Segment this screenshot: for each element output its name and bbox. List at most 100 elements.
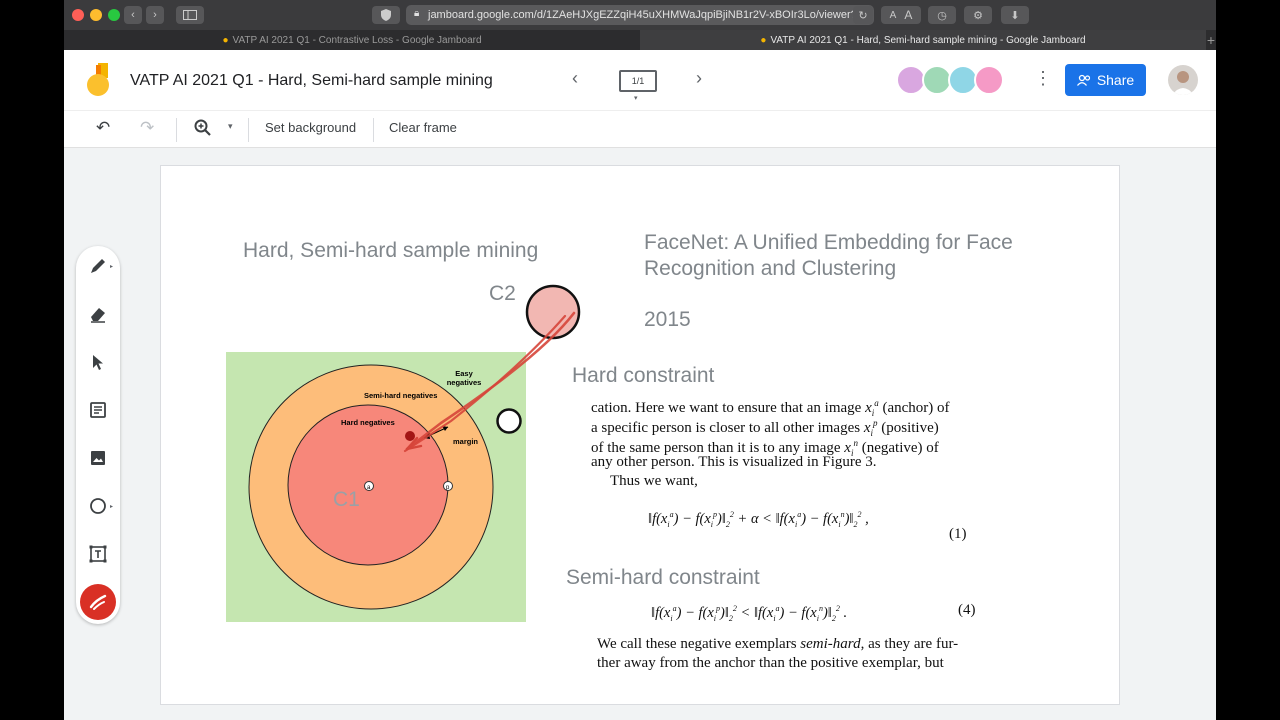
cursor-icon bbox=[93, 355, 103, 370]
reload-button[interactable]: ↻ bbox=[853, 6, 873, 24]
laser-icon bbox=[89, 594, 107, 610]
paper-line-7: ther away from the anchor than the posit… bbox=[597, 655, 944, 671]
clear-frame-button[interactable]: Clear frame bbox=[389, 120, 457, 135]
caret-down-icon: ▾ bbox=[228, 121, 233, 131]
sticky-note-button[interactable] bbox=[86, 398, 110, 422]
canvas-area: ▸ ▸ Hard, Semi-hard sample mining FaceNe… bbox=[64, 148, 1216, 720]
toolbar-divider bbox=[373, 118, 374, 142]
zoom-button[interactable] bbox=[194, 119, 212, 140]
share-button[interactable]: Share bbox=[1065, 64, 1146, 96]
equation-1-number: (1) bbox=[949, 526, 967, 542]
collaborator-avatars bbox=[896, 65, 1004, 95]
chevron-left-icon: ‹ bbox=[572, 68, 578, 88]
next-frame-button[interactable]: › bbox=[696, 68, 702, 89]
font-size-control[interactable]: A A bbox=[881, 6, 921, 24]
drawing-tools-sidebar: ▸ ▸ bbox=[76, 246, 120, 624]
pen-tool-button[interactable] bbox=[86, 254, 110, 278]
frame-indicator[interactable]: 1/1 bbox=[619, 70, 657, 92]
equation-1: ‖f(xia) − f(xip)‖22 + α < ‖f(xia) − f(xi… bbox=[648, 510, 869, 529]
sidebar-toggle-button[interactable] bbox=[176, 6, 204, 24]
paper-text-emphasis: semi-hard bbox=[800, 636, 861, 652]
add-image-button[interactable] bbox=[86, 446, 110, 470]
shape-tool-button[interactable] bbox=[86, 494, 110, 518]
close-window-button[interactable] bbox=[72, 9, 84, 21]
font-larger-button[interactable]: A bbox=[904, 8, 912, 22]
text-box-icon bbox=[89, 545, 107, 563]
new-tab-button[interactable]: + bbox=[1206, 30, 1216, 50]
font-smaller-button[interactable]: A bbox=[890, 10, 897, 21]
extension-button[interactable]: ⚙ bbox=[964, 6, 992, 24]
paper-line-5: Thus we want, bbox=[610, 473, 698, 489]
caret-right-icon: ▸ bbox=[110, 504, 114, 510]
undo-button[interactable]: ↶ bbox=[96, 118, 110, 138]
paper-line-4: any other person. This is visualized in … bbox=[591, 454, 877, 470]
circle-icon bbox=[90, 498, 106, 514]
undo-icon: ↶ bbox=[96, 118, 111, 137]
paper-text-span: We call these negative exemplars bbox=[597, 636, 801, 652]
download-icon: ⬇ bbox=[1010, 9, 1020, 22]
downloads-button[interactable]: ⬇ bbox=[1001, 6, 1029, 24]
gear-icon: ⚙ bbox=[973, 9, 983, 22]
jam-frame[interactable]: Hard, Semi-hard sample mining FaceNet: A… bbox=[160, 165, 1120, 705]
caret-down-icon: ▾ bbox=[634, 95, 638, 102]
user-photo bbox=[1172, 71, 1194, 95]
laser-pointer-button[interactable] bbox=[80, 584, 116, 620]
tab-hard-semi-hard[interactable]: ● VATP AI 2021 Q1 - Hard, Semi-hard samp… bbox=[640, 30, 1206, 50]
zoom-in-icon bbox=[194, 119, 211, 136]
equation-4-number: (4) bbox=[958, 602, 976, 618]
forward-button[interactable]: › bbox=[146, 6, 164, 24]
tab-label: VATP AI 2021 Q1 - Contrastive Loss - Goo… bbox=[232, 34, 482, 46]
privacy-shield-button[interactable] bbox=[372, 6, 400, 24]
frame-count: 1/1 bbox=[631, 76, 645, 86]
equation-4: ‖f(xia) − f(xip)‖22 < ‖f(xia) − f(xin)‖2… bbox=[651, 604, 848, 623]
shield-icon bbox=[381, 9, 391, 21]
url-text: jamboard.google.com/d/1ZAeHJXgEZZqiH45uX… bbox=[428, 9, 873, 21]
back-button[interactable]: ‹ bbox=[124, 6, 142, 24]
clock-icon: ◷ bbox=[937, 9, 947, 22]
redo-icon: ↷ bbox=[140, 118, 155, 137]
paper-line-6: We call these negative exemplars semi-ha… bbox=[597, 635, 958, 655]
caret-right-icon: ▸ bbox=[110, 264, 114, 270]
jamboard-logo-icon bbox=[87, 63, 109, 96]
browser-window: ‹ › 🔒︎ jamboard.google.com/d/1ZAeHJXgEZZ… bbox=[64, 0, 1216, 720]
image-icon bbox=[91, 451, 105, 465]
zoom-dropdown-button[interactable]: ▾ bbox=[228, 121, 233, 132]
people-icon bbox=[1076, 74, 1090, 86]
minimize-window-button[interactable] bbox=[90, 9, 102, 21]
avatar[interactable] bbox=[974, 65, 1004, 95]
select-tool-button[interactable] bbox=[86, 350, 110, 374]
lock-icon: 🔒︎ bbox=[414, 8, 420, 19]
sticky-note-icon bbox=[90, 402, 106, 418]
document-title[interactable]: VATP AI 2021 Q1 - Hard, Semi-hard sample… bbox=[130, 72, 493, 90]
toolbar-divider bbox=[176, 118, 177, 142]
tab-contrastive-loss[interactable]: ● VATP AI 2021 Q1 - Contrastive Loss - G… bbox=[64, 30, 640, 50]
sidebar-icon bbox=[183, 10, 197, 20]
jamboard-favicon-icon: ● bbox=[222, 34, 229, 46]
jamboard-favicon-icon: ● bbox=[760, 34, 767, 46]
text-box-button[interactable] bbox=[86, 542, 110, 566]
browser-titlebar: ‹ › 🔒︎ jamboard.google.com/d/1ZAeHJXgEZZ… bbox=[64, 0, 1216, 30]
tab-bar: ● VATP AI 2021 Q1 - Contrastive Loss - G… bbox=[64, 30, 1216, 50]
set-background-button[interactable]: Set background bbox=[265, 120, 356, 135]
user-avatar[interactable] bbox=[1168, 65, 1198, 95]
chevron-right-icon: › bbox=[153, 9, 157, 21]
history-button[interactable]: ◷ bbox=[928, 6, 956, 24]
edit-toolbar: ↶ ↷ ▾ Set background Clear frame bbox=[64, 110, 1216, 148]
plus-icon: + bbox=[1206, 32, 1216, 48]
more-vert-icon: ⋮ bbox=[1034, 68, 1052, 88]
pen-icon bbox=[91, 259, 105, 273]
toolbar-divider bbox=[248, 118, 249, 142]
tab-label: VATP AI 2021 Q1 - Hard, Semi-hard sample… bbox=[770, 34, 1086, 46]
more-options-button[interactable]: ⋮ bbox=[1034, 68, 1052, 89]
previous-frame-button[interactable]: ‹ bbox=[572, 68, 578, 89]
redo-button[interactable]: ↷ bbox=[140, 118, 154, 138]
eraser-tool-button[interactable] bbox=[86, 302, 110, 326]
address-bar[interactable]: 🔒︎ jamboard.google.com/d/1ZAeHJXgEZZqiH4… bbox=[406, 5, 874, 25]
chevron-right-icon: › bbox=[696, 68, 702, 88]
maximize-window-button[interactable] bbox=[108, 9, 120, 21]
jamboard-header: VATP AI 2021 Q1 - Hard, Semi-hard sample… bbox=[64, 50, 1216, 110]
eraser-icon bbox=[91, 308, 105, 323]
paper-text-span: , as they are fur- bbox=[860, 636, 959, 652]
share-label: Share bbox=[1096, 72, 1135, 88]
reload-icon: ↻ bbox=[858, 9, 868, 22]
